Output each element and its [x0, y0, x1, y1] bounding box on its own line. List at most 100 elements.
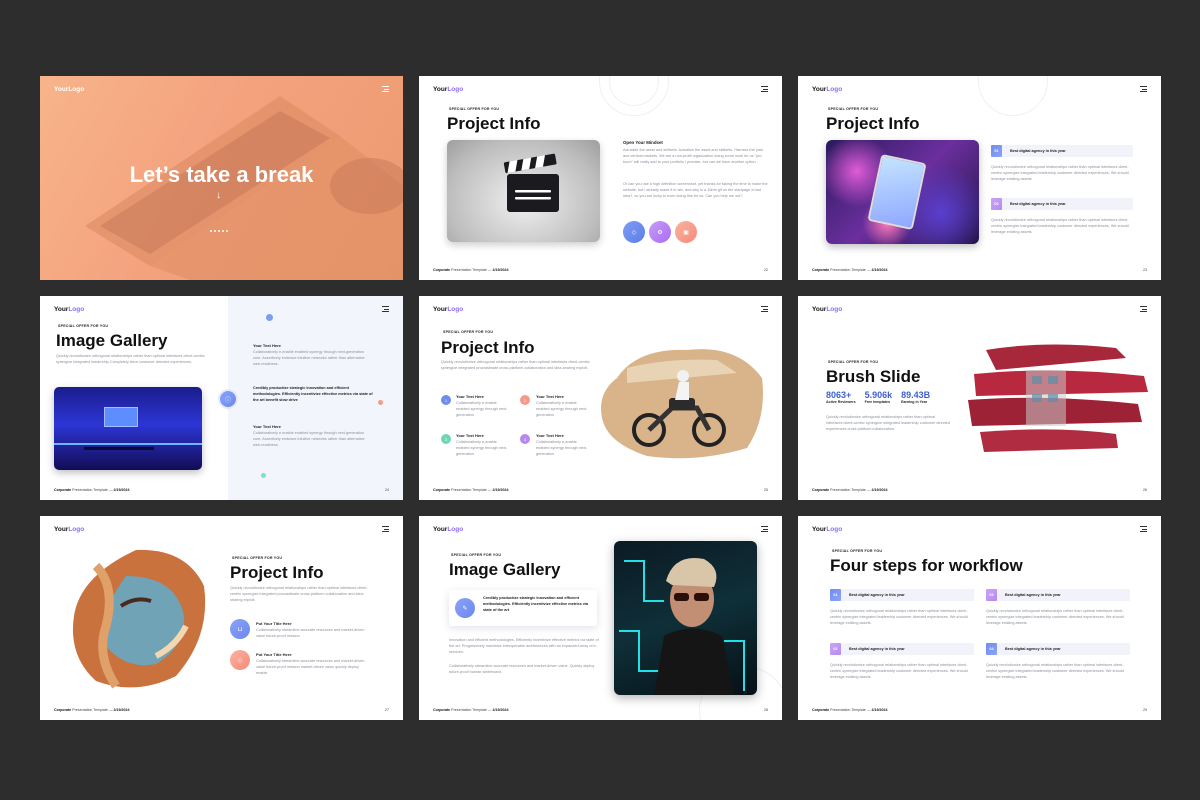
agency-text-01: Quickly revolutionize orthogonal relatio… [991, 165, 1129, 181]
eyebrow: SPECIAL OFFER FOR YOU [58, 324, 109, 328]
slide-27[interactable]: YourLogo SPECIAL OFFER FOR YOU Project I… [40, 516, 403, 720]
menu-icon[interactable] [1140, 526, 1147, 534]
menu-icon[interactable] [1140, 86, 1147, 94]
phone-bokeh-image [826, 140, 979, 244]
page-number: 27 [385, 708, 389, 712]
text-highlight: Credibly productize strategic innovation… [253, 386, 373, 402]
menu-icon[interactable] [1140, 306, 1147, 314]
diamond-icon[interactable]: ◇ [230, 650, 250, 670]
portrait-image [614, 541, 757, 695]
pagination-dots [210, 230, 228, 232]
logo: YourLogo [54, 526, 85, 533]
basket-icon[interactable]: ⊔ [230, 619, 250, 639]
eyebrow: SPECIAL OFFER FOR YOU [451, 553, 502, 557]
eyebrow: SPECIAL OFFER FOR YOU [232, 556, 283, 560]
stats-row: 8063+ Active Reviewers 5.906k Free templat… [826, 390, 930, 404]
page-number: 29 [1143, 708, 1147, 712]
step-tag-02: 02 Best digital agency in this year [830, 643, 974, 655]
menu-icon[interactable] [382, 526, 389, 534]
mindset-text-1: Actualize the asset and skillsets. Actua… [623, 148, 763, 164]
text-heading-2: Your Text Here [253, 424, 281, 429]
stat-reviewers: 8063+ Active Reviewers [826, 390, 856, 404]
footer: Corporate Presentation Template — 2/19/2… [433, 708, 509, 712]
stat-earnings: 89.43B Earning in Year [901, 390, 931, 404]
slide-28[interactable]: YourLogo SPECIAL OFFER FOR YOU Image Gal… [419, 516, 782, 720]
logo: YourLogo [433, 306, 464, 313]
slide-26[interactable]: YourLogo SPECIAL OFFER FOR YOU Brush Sli… [798, 296, 1161, 500]
diamond-icon[interactable]: ◇ [623, 221, 645, 243]
logo: YourLogo [812, 86, 843, 93]
slide-29[interactable]: YourLogo SPECIAL OFFER FOR YOU Four step… [798, 516, 1161, 720]
text-heading-1: Your Text Here [253, 343, 281, 348]
menu-icon[interactable] [761, 306, 768, 314]
page-title: Four steps for workflow [830, 556, 1023, 575]
page-number: 25 [764, 488, 768, 492]
slide-23[interactable]: YourLogo SPECIAL OFFER FOR YOU Project I… [798, 76, 1161, 280]
pen-icon[interactable]: ✎ [455, 598, 475, 618]
eyebrow: SPECIAL OFFER FOR YOU [443, 330, 494, 334]
body-2: Collaboratively streamline accurate reso… [256, 659, 365, 675]
info-icon[interactable]: ⓘ [218, 389, 238, 409]
page-number: 23 [1143, 268, 1147, 272]
step-tag-04: 04 Best digital agency in this year [986, 643, 1130, 655]
brush-desc: Quickly revolutionize orthogonal relatio… [826, 415, 950, 431]
gallery-desc: Quickly revolutionize orthogonal relatio… [56, 354, 205, 364]
eyebrow: SPECIAL OFFER FOR YOU [449, 107, 500, 111]
text-body-2: Collaboratively e-enable enabled synergy… [253, 431, 365, 447]
title-2: Put Your Title Here [256, 652, 292, 657]
slide-24[interactable]: YourLogo SPECIAL OFFER FOR YOU Image Gal… [40, 296, 403, 500]
footer: Corporate Presentation Template — 2/19/2… [812, 268, 888, 272]
title-1: Put Your Title Here [256, 621, 292, 626]
brush-stroke-image [968, 344, 1148, 452]
page-title: Image Gallery [449, 560, 561, 579]
dot-top [266, 314, 273, 321]
slide-25[interactable]: YourLogo SPECIAL OFFER FOR YOU Project I… [419, 296, 782, 500]
gallery-text-1: Innovation and efficient methodologies. … [449, 638, 599, 654]
agency-tag-02: 02 Best digital agency in this year [991, 198, 1133, 210]
step-text-02: Quickly revolutionize orthogonal relatio… [830, 663, 968, 679]
page-title: Brush Slide [826, 367, 921, 386]
step-text-04: Quickly revolutionize orthogonal relatio… [986, 663, 1124, 679]
gallery-text-2: Collaboratively streamline accurate reso… [449, 664, 595, 674]
eyebrow: SPECIAL OFFER FOR YOU [832, 549, 883, 553]
clapperboard-image [447, 140, 600, 242]
menu-icon[interactable] [382, 306, 389, 314]
motorcycle-brush-image [601, 349, 763, 459]
text-body-1: Collaboratively e-enable enabled synergy… [253, 350, 365, 366]
footer: Corporate Presentation Template — 2/19/2… [54, 708, 130, 712]
slide-break[interactable]: YourLogo Let’s take a break ↓ [40, 76, 403, 280]
dot-right [378, 400, 383, 405]
agency-text-02: Quickly revolutionize orthogonal relatio… [991, 218, 1129, 234]
gift-icon[interactable]: ▣ [675, 221, 697, 243]
eyebrow: SPECIAL OFFER FOR YOU [828, 360, 879, 364]
footer: Corporate Presentation Template — 2/19/2… [812, 488, 888, 492]
page-title: Project Info [826, 114, 920, 133]
menu-icon[interactable] [761, 86, 768, 94]
page-number: 24 [385, 488, 389, 492]
page-number: 22 [764, 268, 768, 272]
logo: YourLogo [54, 86, 85, 93]
eyebrow: SPECIAL OFFER FOR YOU [828, 107, 879, 111]
footer: Corporate Presentation Template — 2/19/2… [433, 488, 509, 492]
page-title: Image Gallery [56, 331, 168, 350]
stat-templates: 5.906k Free templates [864, 390, 893, 404]
menu-icon[interactable] [761, 526, 768, 534]
step-tag-01: 01 Best digital agency in this year [830, 589, 974, 601]
body-1: Collaboratively streamline accurate reso… [256, 628, 365, 638]
break-title: Let’s take a break [129, 162, 314, 187]
studio-image [54, 387, 202, 470]
page-title: Project Info [447, 114, 541, 133]
mindset-heading: Open Your Mindset [623, 140, 663, 145]
mindset-text-2: Or can you use a high definition screens… [623, 182, 768, 198]
settings-icon[interactable]: ⚙ [649, 221, 671, 243]
agency-tag-01: 01 Best digital agency in this year [991, 145, 1133, 157]
logo: YourLogo [54, 306, 85, 313]
slide-22[interactable]: YourLogo SPECIAL OFFER FOR YOU Project I… [419, 76, 782, 280]
step-tag-03: 03 Best digital agency in this year [986, 589, 1130, 601]
page-title: Project Info [230, 563, 324, 582]
project-desc: Quickly revolutionize orthogonal relatio… [230, 586, 368, 602]
step-text-01: Quickly revolutionize orthogonal relatio… [830, 609, 968, 625]
clapperboard-icon [503, 153, 559, 212]
menu-icon[interactable] [382, 86, 389, 94]
logo: YourLogo [433, 526, 464, 533]
